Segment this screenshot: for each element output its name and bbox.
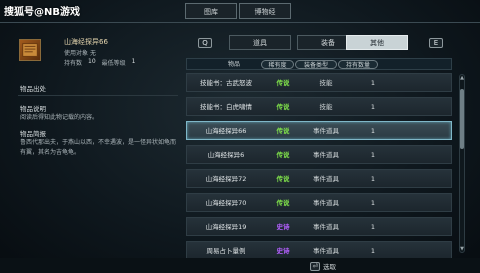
owner-label: 使用对象 [64,50,89,57]
scroll-down-arrow-icon[interactable]: ▼ [460,246,464,252]
top-tab-bar: 图库 博物经 [185,3,291,19]
tab-museum[interactable]: 博物经 [239,3,291,19]
row-name: 山海经探异6 [207,151,245,159]
stat-level-label: 最低等级 [101,60,126,67]
item-owner: 使用对象 无 [64,48,96,57]
row-name: 技能书：古武怒波 [200,79,252,87]
row-type: 事件道具 [313,223,339,231]
item-name: 山海经探异66 [64,38,108,46]
row-name: 山海经探异19 [205,223,247,231]
row-quality: 传说 [276,151,290,159]
tab-gallery[interactable]: 图库 [185,3,237,19]
header-quality[interactable]: 稀有度 [261,60,294,69]
divider [0,22,480,23]
row-type: 事件道具 [313,151,339,159]
next-category-key[interactable]: E [429,38,443,48]
row-type: 事件道具 [313,127,339,135]
row-count: 1 [370,127,376,135]
row-name: 山海经探异66 [205,127,247,135]
header-type[interactable]: 装备类型 [295,60,337,69]
table-row[interactable]: 山海经探异19 史诗 事件道具 1 [186,217,452,236]
row-count: 1 [370,103,376,111]
row-count: 1 [370,79,376,87]
header-name[interactable]: 物品 [205,60,263,69]
row-type: 技能 [319,79,333,87]
row-name: 山海经探异70 [205,199,247,207]
table-header: 物品 稀有度 装备类型 持有数量 [186,58,452,70]
table-row[interactable]: 山海经探异6 传说 事件道具 1 [186,145,452,164]
row-count: 1 [370,223,376,231]
header-count[interactable]: 持有数量 [338,60,378,69]
list-scrollbar[interactable]: ▲ ▼ [459,74,465,253]
row-type: 事件道具 [313,175,339,183]
select-hint[interactable]: ⏎ 选取 [310,261,336,271]
table-row[interactable]: 山海经探异70 传说 事件道具 1 [186,193,452,212]
row-count: 1 [370,151,376,159]
stat-held-label: 持有数 [64,60,83,67]
table-row-selected[interactable]: 山海经探异66 传说 事件道具 1 [186,121,452,140]
row-type: 技能 [319,103,333,111]
row-type: 事件道具 [313,199,339,207]
table-row[interactable]: 山海经探异72 传说 事件道具 1 [186,169,452,188]
item-stats: 持有数 10 最低等级 1 [64,58,136,67]
row-quality: 传说 [276,127,290,135]
row-quality: 传说 [276,79,290,87]
table-row[interactable]: 技能书：古武怒波 传说 技能 1 [186,73,452,92]
select-label: 选取 [323,263,336,271]
desc-text: 阅读后得知此物记载的内容。 [20,114,99,121]
row-name: 山海经探异72 [205,175,247,183]
enter-key-icon: ⏎ [310,261,320,271]
stat-level-value: 1 [131,58,136,65]
scroll-up-arrow-icon[interactable]: ▲ [460,75,464,81]
desc-title: 物品说明 [20,105,46,113]
owner-value: 无 [89,50,96,57]
divider [18,95,178,96]
scroll-thumb[interactable] [460,89,464,149]
watermark: 搜狐号@NB游戏 [4,7,80,18]
tab-other[interactable]: 其他 [346,35,408,50]
row-name: 技能书：白虎啸情 [200,103,252,111]
row-count: 1 [370,199,376,207]
scroll-item-icon [19,39,41,61]
tab-tools[interactable]: 道具 [229,35,291,50]
row-count: 1 [370,175,376,183]
table-row[interactable]: 技能书：白虎啸情 传说 技能 1 [186,97,452,116]
row-quality: 传说 [276,175,290,183]
source-title: 物品出处 [20,85,46,93]
row-quality: 史诗 [276,223,290,231]
bottom-bar [0,258,480,273]
row-quality: 传说 [276,199,290,207]
intro-text: 鲁西代那出夫，于燕山以西，不幸遇波，是一怪异状如龟而有翼，其名为吉龟龟。 [20,139,177,156]
prev-category-key[interactable]: Q [198,38,212,48]
intro-title: 物品简报 [20,130,46,138]
stat-held-value: 10 [88,58,96,65]
row-quality: 传说 [276,103,290,111]
